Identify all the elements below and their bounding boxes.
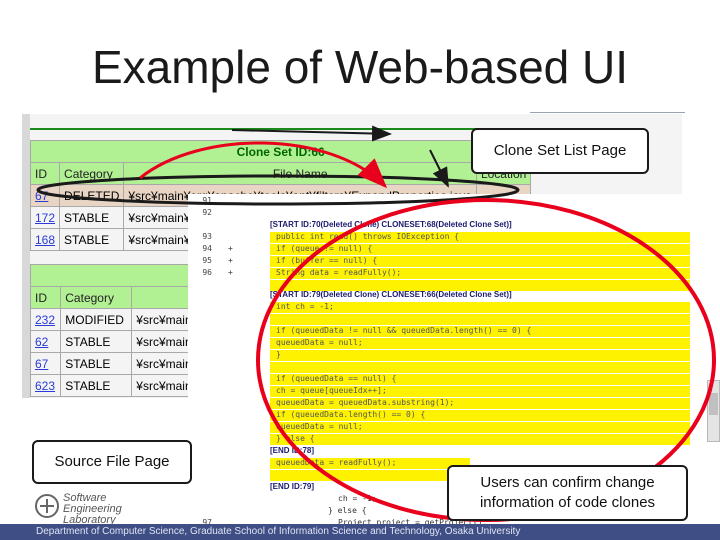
- black-arrow: [231, 125, 392, 142]
- lab-logo-icon: [35, 494, 59, 518]
- footer-bar: Department of Computer Science, Graduate…: [0, 524, 720, 540]
- lab-logo-text: Software Engineering Laboratory: [63, 493, 122, 526]
- footer-text: Department of Computer Science, Graduate…: [36, 526, 521, 537]
- users-callout-line2: information of code clones: [479, 494, 656, 511]
- users-confirm-callout: Users can confirm change information of …: [447, 465, 688, 521]
- source-file-callout: Source File Page: [32, 440, 192, 484]
- software-engineering-lab-logo: Software Engineering Laboratory: [33, 491, 183, 527]
- users-callout-line1: Users can confirm change: [480, 474, 655, 491]
- clone-set-list-callout: Clone Set List Page: [471, 128, 649, 174]
- red-arrow: [139, 141, 388, 189]
